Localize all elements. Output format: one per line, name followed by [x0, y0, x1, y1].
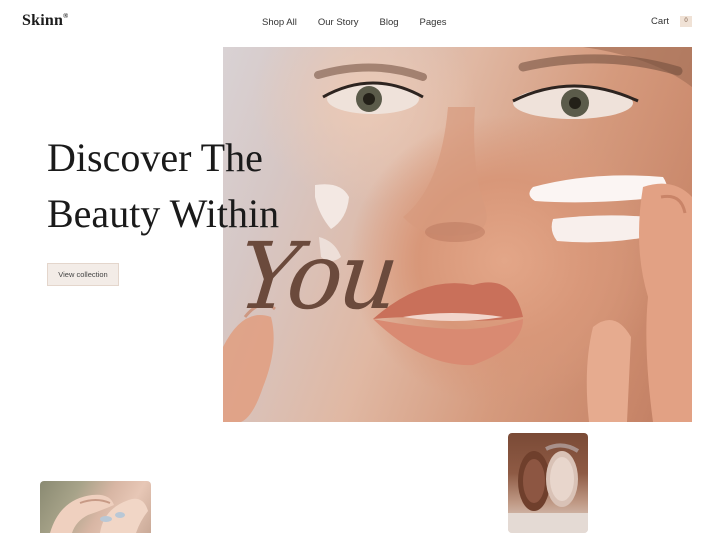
faces-thumbnail-illustration [508, 443, 588, 533]
hands-thumbnail-illustration [50, 494, 148, 533]
hands-thumbnail [40, 481, 151, 533]
brand-name: Skinn [22, 12, 64, 29]
headline-line-1: Discover The [47, 135, 263, 180]
nav-item-pages[interactable]: Pages [420, 17, 447, 28]
brand-logo[interactable]: Skinn® [22, 12, 68, 30]
top-nav: Skinn® Shop All Our Story Blog Pages Car… [0, 0, 714, 44]
faces-thumbnail [508, 433, 588, 533]
cart-count-badge: 0 [680, 16, 692, 27]
cart-label: Cart [651, 16, 669, 27]
brand-registered-mark: ® [63, 11, 69, 20]
cart-link[interactable]: Cart 0 [651, 16, 692, 27]
view-collection-button[interactable]: View collection [47, 263, 119, 286]
nav-item-blog[interactable]: Blog [380, 17, 399, 28]
main-menu: Shop All Our Story Blog Pages [262, 17, 467, 28]
nav-item-shop-all[interactable]: Shop All [262, 17, 297, 28]
script-accent-word: You [233, 223, 401, 330]
nav-item-our-story[interactable]: Our Story [318, 17, 359, 28]
